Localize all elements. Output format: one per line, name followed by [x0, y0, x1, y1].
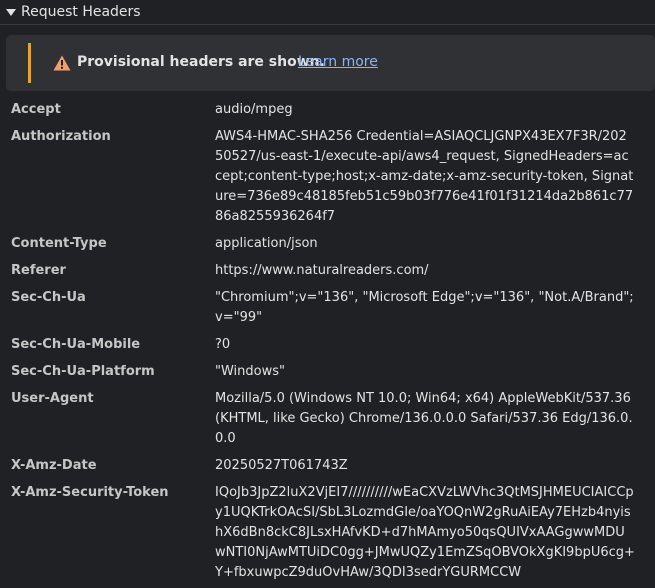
header-name: Content-Type — [11, 236, 107, 251]
warning-message: Provisional headers are shown. — [77, 54, 325, 70]
header-row: X-Amz-Security-Token IQoJb3JpZ2luX2VjEI7… — [0, 481, 655, 588]
header-value[interactable]: https://www.naturalreaders.com/ — [215, 261, 635, 281]
header-name: Accept — [11, 102, 61, 117]
header-row: Sec-Ch-Ua "Chromium";v="136", "Microsoft… — [0, 286, 655, 333]
header-row: User-Agent Mozilla/5.0 (Windows NT 10.0;… — [0, 387, 655, 454]
header-name: X-Amz-Date — [11, 458, 97, 473]
header-value[interactable]: "Windows" — [215, 362, 635, 382]
header-row: Sec-Ch-Ua-Platform "Windows" — [0, 360, 655, 387]
header-value[interactable]: 20250527T061743Z — [215, 456, 635, 476]
learn-more-link[interactable]: Learn more — [298, 54, 378, 70]
header-name: Referer — [11, 263, 66, 278]
header-name: Authorization — [11, 129, 111, 144]
request-headers-section-header[interactable]: Request Headers — [0, 0, 655, 25]
headers-list: Accept audio/mpeg Authorization AWS4-HMA… — [0, 98, 655, 588]
header-value[interactable]: application/json — [215, 234, 635, 254]
header-name: User-Agent — [11, 391, 94, 406]
header-row: Referer https://www.naturalreaders.com/ — [0, 259, 655, 286]
header-row: Content-Type application/json — [0, 232, 655, 259]
header-name: Sec-Ch-Ua-Mobile — [11, 337, 141, 352]
warning-triangle-icon — [53, 55, 71, 71]
header-row: Accept audio/mpeg — [0, 98, 655, 125]
header-name: Sec-Ch-Ua-Platform — [11, 364, 155, 379]
warning-accent-bar — [28, 43, 31, 83]
header-row: X-Amz-Date 20250527T061743Z — [0, 454, 655, 481]
header-value[interactable]: "Chromium";v="136", "Microsoft Edge";v="… — [215, 288, 635, 328]
header-value[interactable]: Mozilla/5.0 (Windows NT 10.0; Win64; x64… — [215, 389, 635, 449]
header-row: Sec-Ch-Ua-Mobile ?0 — [0, 333, 655, 360]
header-row: Authorization AWS4-HMAC-SHA256 Credentia… — [0, 125, 655, 232]
header-value[interactable]: ?0 — [215, 335, 635, 355]
provisional-headers-warning: Provisional headers are shown. Learn mor… — [6, 35, 655, 91]
section-title: Request Headers — [21, 4, 141, 20]
header-value[interactable]: AWS4-HMAC-SHA256 Credential=ASIAQCLJGNPX… — [215, 127, 635, 227]
header-name: X-Amz-Security-Token — [11, 485, 169, 500]
header-value[interactable]: IQoJb3JpZ2luX2VjEI7//////////wEaCXVzLWVh… — [215, 483, 635, 583]
header-name: Sec-Ch-Ua — [11, 290, 86, 305]
expand-triangle-icon[interactable] — [6, 9, 16, 16]
header-value[interactable]: audio/mpeg — [215, 100, 635, 120]
